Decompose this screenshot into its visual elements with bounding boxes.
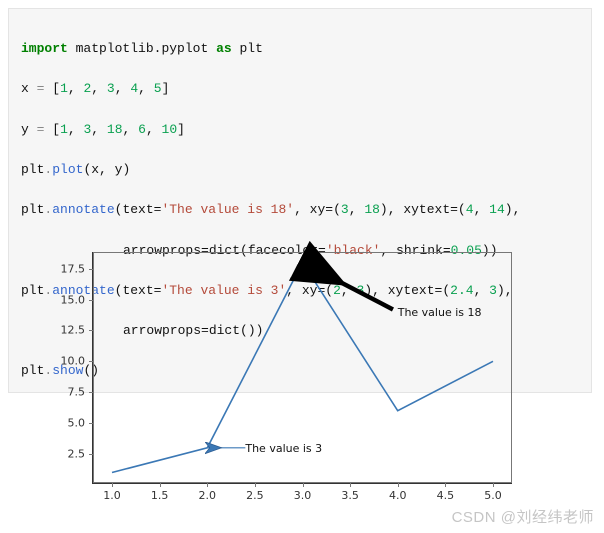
- annotation-text: The value is 3: [245, 442, 322, 455]
- xtick-mark: [160, 483, 161, 487]
- var-y: y: [21, 122, 29, 137]
- xtick-mark: [493, 483, 494, 487]
- fn-annotate-1: annotate: [52, 202, 114, 217]
- code-line-4: plt.plot(x, y): [21, 160, 579, 180]
- chart-figure: 2.5 5.0 7.5 10.0 12.5 15.0 17.5 1.0 1.5 2.0 2.5 3.0…: [36, 244, 536, 516]
- xtick-mark: [445, 483, 446, 487]
- ytick-mark: [89, 361, 93, 362]
- xtick-mark: [207, 483, 208, 487]
- ytick-label: 2.5: [68, 447, 86, 460]
- list-x: [1, 2, 3, 4, 5]: [52, 81, 169, 96]
- kw-import: import: [21, 41, 68, 56]
- xtick-label: 1.5: [151, 489, 169, 502]
- ytick-label: 10.0: [61, 355, 86, 368]
- code-line-1: import matplotlib.pyplot as plt: [21, 39, 579, 59]
- code-line-5: plt.annotate(text='The value is 18', xy=…: [21, 200, 579, 220]
- xtick-mark: [255, 483, 256, 487]
- page-root: import matplotlib.pyplot as plt x = [1, …: [0, 8, 604, 533]
- ytick-mark: [89, 330, 93, 331]
- xtick-label: 5.0: [484, 489, 502, 502]
- annotation-arrow-thick: [307, 265, 393, 309]
- xtick-mark: [398, 483, 399, 487]
- code-line-2: x = [1, 2, 3, 4, 5]: [21, 79, 579, 99]
- mod-mpl: matplotlib.pyplot: [76, 41, 209, 56]
- xtick-label: 3.5: [341, 489, 359, 502]
- xtick-label: 4.0: [389, 489, 407, 502]
- xtick-label: 4.5: [437, 489, 455, 502]
- ytick-mark: [89, 392, 93, 393]
- fn-plot: plot: [52, 162, 83, 177]
- ytick-label: 15.0: [61, 293, 86, 306]
- xtick-mark: [303, 483, 304, 487]
- kw-as: as: [216, 41, 232, 56]
- plot-axes: 2.55.07.510.012.515.017.51.01.52.02.53.0…: [92, 252, 512, 484]
- ytick-label: 5.0: [68, 417, 86, 430]
- var-x: x: [21, 81, 29, 96]
- ytick-label: 12.5: [61, 324, 86, 337]
- xtick-label: 3.0: [294, 489, 312, 502]
- ytick-label: 17.5: [61, 262, 86, 275]
- list-y: [1, 3, 18, 6, 10]: [52, 122, 185, 137]
- xtick-label: 1.0: [103, 489, 121, 502]
- ytick-mark: [89, 454, 93, 455]
- xtick-label: 2.0: [199, 489, 217, 502]
- ytick-mark: [89, 300, 93, 301]
- code-line-3: y = [1, 3, 18, 6, 10]: [21, 120, 579, 140]
- alias-plt: plt: [239, 41, 262, 56]
- ytick-label: 7.5: [68, 386, 86, 399]
- watermark: CSDN @刘经纬老师: [452, 506, 594, 527]
- ytick-mark: [89, 269, 93, 270]
- xtick-mark: [350, 483, 351, 487]
- xtick-label: 2.5: [246, 489, 264, 502]
- ytick-mark: [89, 423, 93, 424]
- annotation-text: The value is 18: [398, 306, 482, 319]
- xtick-mark: [112, 483, 113, 487]
